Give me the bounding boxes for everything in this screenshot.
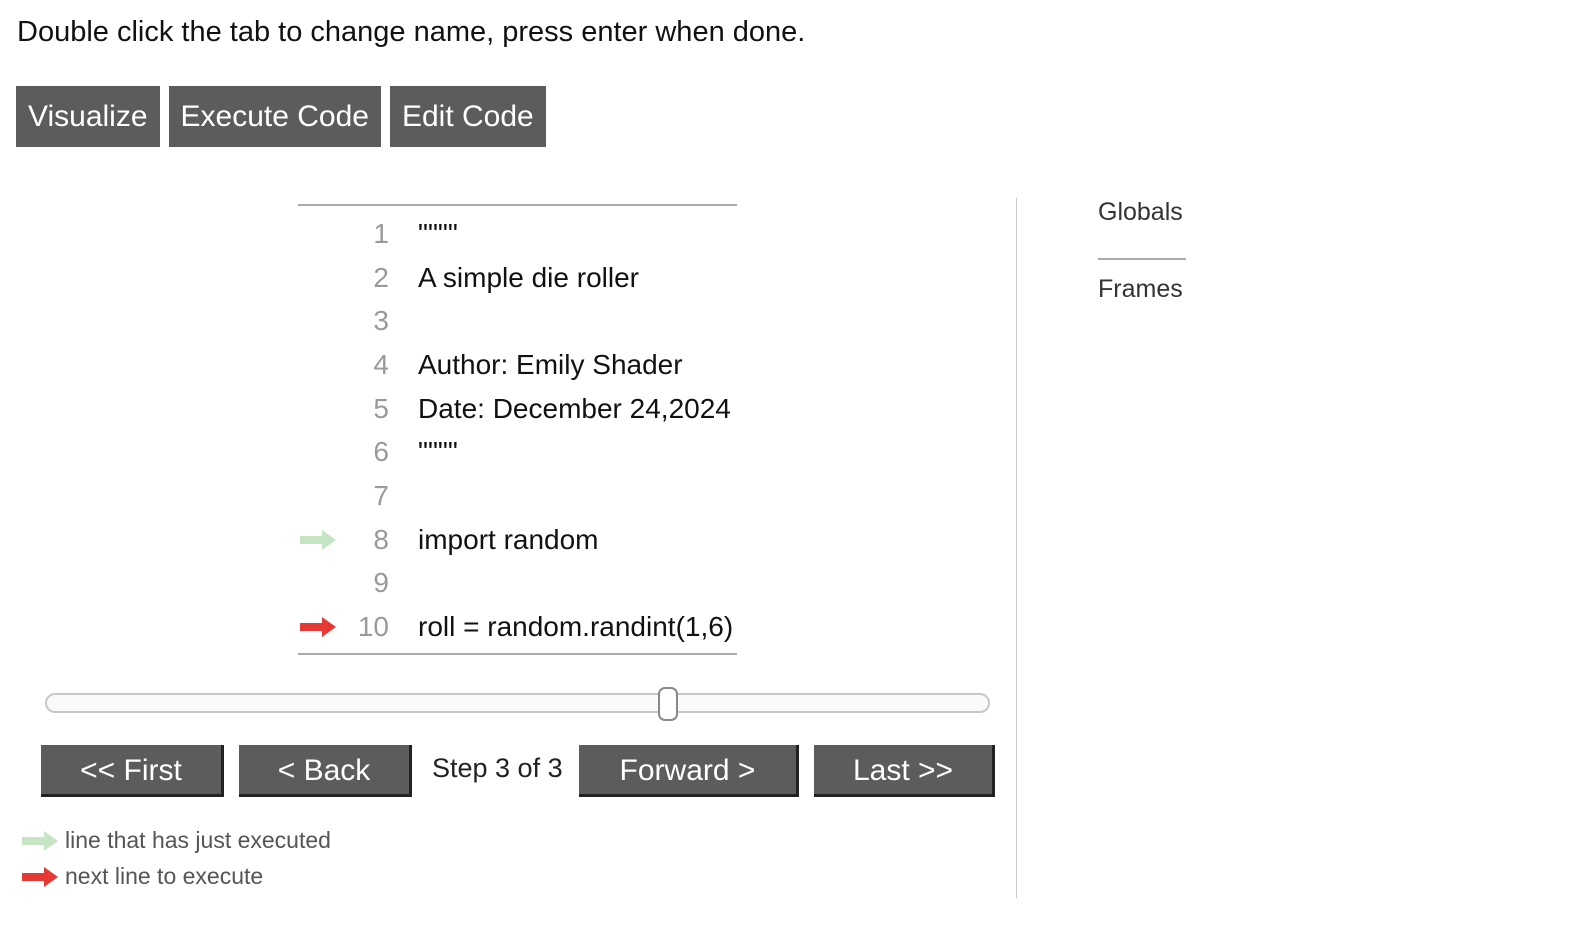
code-text: roll = random.randint(1,6) [418,611,734,643]
step-counter: Step 3 of 3 [432,753,563,783]
green-arrow-icon [22,830,58,851]
back-button[interactable]: < Back [239,745,412,797]
red-arrow-icon [22,866,58,887]
globals-divider [1098,258,1186,260]
code-line: 2A simple die roller [298,256,737,300]
code-line: 4 Author: Emily Shader [298,343,737,387]
code-line-gutter [298,518,338,562]
legend-just-executed-label: line that has just executed [65,827,331,853]
edit-code-button[interactable]: Edit Code [389,86,546,147]
code-line-gutter [298,605,338,649]
code-text: """" [418,217,458,249]
legend-just-executed: line that has just executed [22,827,331,854]
slider-thumb[interactable] [658,687,679,721]
code-line: 8 import random [298,518,737,562]
code-text: import random [418,523,599,555]
code-listing: 1 """" 2 A simple die roller 3 4 Author: Emily… [298,204,737,655]
green-arrow-icon [300,529,336,550]
first-button[interactable]: << First [41,745,224,797]
legend-next-line: next line to execute [22,863,263,890]
code-line: 7 [298,474,737,518]
globals-heading: Globals [1098,198,1183,226]
code-line-gutter [298,212,338,256]
code-text: """" [418,436,458,468]
code-line: 5 Date: December 24,2024 [298,387,737,431]
panel-divider [1016,198,1017,898]
visualize-button[interactable]: Visualize [16,86,160,147]
code-line-gutter [298,474,338,518]
code-text: A simple die roller [418,261,639,293]
instructions-text: Double click the tab to change name, pre… [17,16,806,48]
execute-code-button[interactable]: Execute Code [168,86,381,147]
code-line: 9 [298,562,737,606]
step-slider[interactable] [45,687,990,721]
code-line: 3 [298,299,737,343]
code-line-gutter [298,387,338,431]
frames-heading: Frames [1098,275,1183,303]
code-line: 6 """" [298,430,737,474]
red-arrow-icon [300,617,336,638]
last-button[interactable]: Last >> [814,745,995,797]
code-line: 1 """" [298,212,737,256]
legend-next-line-label: next line to execute [65,863,264,889]
code-text: Date: December 24,2024 [418,392,731,424]
mode-button-bar: Visualize Execute Code Edit Code [16,86,546,147]
code-line: 10 roll = random.randint(1,6) [298,605,737,649]
forward-button[interactable]: Forward > [579,745,799,797]
code-line-gutter [298,430,338,474]
code-text: Author: Emily Shader [418,348,683,380]
code-line-gutter [298,562,338,606]
code-line-gutter [298,343,338,387]
code-line-gutter [298,256,338,300]
code-line-gutter [298,299,338,343]
